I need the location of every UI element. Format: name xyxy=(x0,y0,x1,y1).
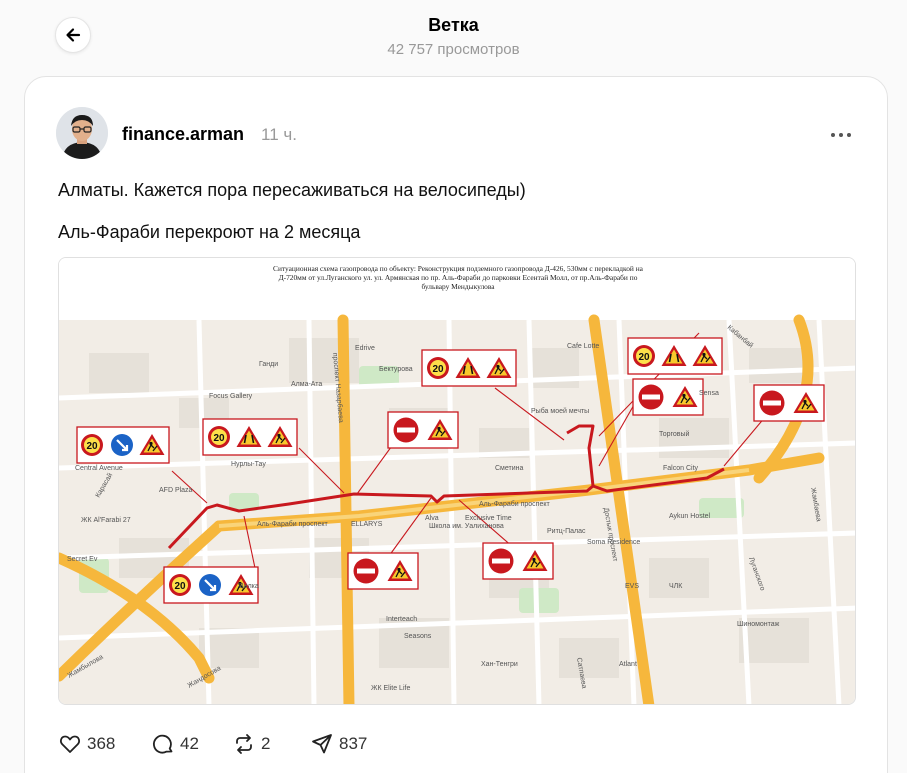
post-time[interactable]: 11 ч. xyxy=(261,125,297,145)
map-label: Cafe Lotte xyxy=(567,343,599,350)
action-bar: 368 42 2 837 xyxy=(58,730,458,758)
map-label: Аль-Фараби проспект xyxy=(257,520,328,528)
map-label: Edrive xyxy=(355,345,375,352)
map-label: Interteach xyxy=(386,616,417,623)
map-label: Exclusive Time xyxy=(465,515,512,522)
map-label: Sensa xyxy=(699,390,719,397)
map-label: Ганди xyxy=(259,361,278,368)
map-caption: Д-720мм от ул.Луганского ул. ул. Армянск… xyxy=(279,273,638,282)
map-label: ЧЛК xyxy=(669,583,683,590)
avatar[interactable] xyxy=(56,107,108,159)
map-image: Ситуационная схема газопровода по объект… xyxy=(59,258,855,704)
map-caption: бульвару Мендыкулова xyxy=(421,282,495,291)
comment-icon xyxy=(153,734,173,754)
map-label: Alva xyxy=(425,515,439,522)
map-label: Торговый xyxy=(659,430,690,438)
map-label: Бектурова xyxy=(379,366,413,373)
comment-button[interactable]: 42 xyxy=(151,730,199,758)
dot-icon xyxy=(839,133,843,137)
repost-button[interactable]: 2 xyxy=(232,730,270,758)
map-label: AFD Plaza xyxy=(159,487,193,494)
map-label: Aykun Hostel xyxy=(669,513,711,520)
repost-count: 2 xyxy=(261,734,271,753)
map-label: Школа им. Уалиханова xyxy=(429,523,504,530)
speed-limit-label: 20 xyxy=(432,364,444,375)
map-label: ELLARYS xyxy=(351,521,383,528)
heart-icon xyxy=(60,735,80,753)
speed-limit-label: 20 xyxy=(174,581,186,592)
map-label: Сметина xyxy=(495,465,524,472)
map-label: Аль-Фараби проспект xyxy=(479,500,550,508)
thread-header: Ветка 42 757 просмотров xyxy=(0,0,907,76)
map-label: Нурлы-Тау xyxy=(231,461,266,468)
username[interactable]: finance.arman xyxy=(122,124,244,145)
map-label: ЖК Elite Life xyxy=(371,685,410,692)
page-title: Ветка xyxy=(428,15,479,35)
view-count: 42 757 просмотров xyxy=(387,41,520,58)
post-card: finance.arman 11 ч. Алматы. Кажется пора… xyxy=(24,76,888,773)
speed-limit-label: 20 xyxy=(638,352,650,363)
like-button[interactable]: 368 xyxy=(58,730,115,758)
map-label: ЖК Al'Farabi 27 xyxy=(81,517,131,524)
map-label: EVS xyxy=(625,583,639,590)
speed-limit-label: 20 xyxy=(86,441,98,452)
repost-icon xyxy=(236,734,252,754)
map-label: Хан-Тенгри xyxy=(481,661,518,668)
map-label: Atlant xyxy=(619,661,637,668)
comment-count: 42 xyxy=(180,734,199,753)
more-options-button[interactable] xyxy=(831,127,855,143)
avatar-image xyxy=(56,107,108,159)
map-caption: Ситуационная схема газопровода по объект… xyxy=(273,264,644,273)
map-label: Central Avenue xyxy=(75,465,123,472)
map-label: Focus Gallery xyxy=(209,393,253,400)
map-label: Ритц-Палас xyxy=(547,528,586,535)
send-icon xyxy=(312,734,332,754)
map-label: Falcon City xyxy=(663,465,699,472)
post-text-line: Алматы. Кажется пора пересаживаться на в… xyxy=(58,180,526,200)
map-label: Шиномонтаж xyxy=(737,621,780,628)
map-label: Алма-Ата xyxy=(291,381,322,388)
like-count: 368 xyxy=(87,734,116,753)
share-button[interactable]: 837 xyxy=(310,730,367,758)
map-label: Рыба моей мечты xyxy=(531,407,589,415)
dot-icon xyxy=(831,133,835,137)
post-image[interactable]: Ситуационная схема газопровода по объект… xyxy=(58,257,856,705)
map-label: Вилка xyxy=(239,583,259,590)
dot-icon xyxy=(847,133,851,137)
speed-limit-label: 20 xyxy=(213,433,225,444)
share-count: 837 xyxy=(339,734,368,753)
post-text-line: Аль-Фараби перекроют на 2 месяца xyxy=(58,222,361,242)
map-label: Secret Ev xyxy=(67,556,98,563)
map-label: Seasons xyxy=(404,633,432,640)
